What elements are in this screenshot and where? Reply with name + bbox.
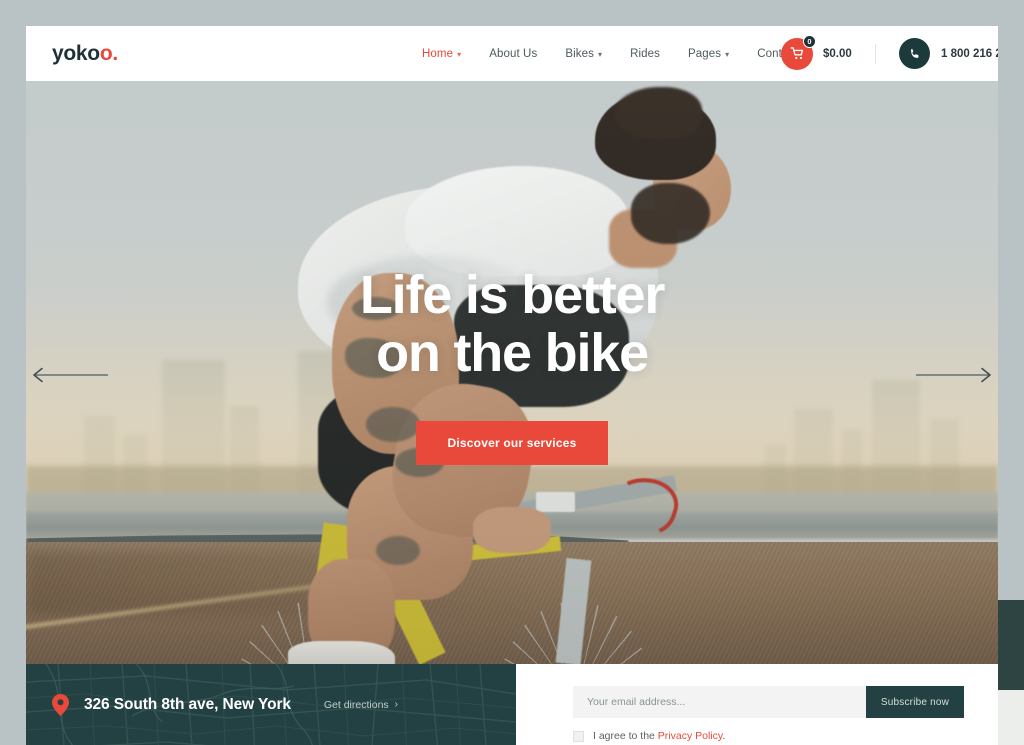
rider-arm-tattoo: [351, 296, 401, 321]
arrow-right-icon: [916, 368, 991, 383]
newsletter-input-row: Subscribe now: [573, 686, 964, 718]
consent-prefix: I agree to the: [593, 730, 658, 742]
logo-accent: o.: [99, 41, 118, 65]
privacy-policy-link[interactable]: Privacy Policy: [658, 730, 723, 742]
site-frame: yoko o. Home ▾ About Us Bikes ▾ Rides Pa…: [26, 26, 998, 745]
cart-total: $0.00: [823, 47, 852, 60]
nav-item-rides[interactable]: Rides: [616, 26, 674, 81]
hero-prev-button[interactable]: [26, 363, 112, 387]
nav-item-pages[interactable]: Pages ▾: [674, 26, 743, 81]
consent-checkbox[interactable]: [573, 730, 584, 742]
location-content: 326 South 8th ave, New York Get directio…: [26, 664, 516, 745]
nav-label: Home: [422, 47, 454, 60]
nav-label: Rides: [630, 47, 660, 60]
chevron-right-icon: ›: [394, 699, 398, 710]
email-input[interactable]: [573, 686, 866, 718]
rider-beard: [630, 183, 711, 245]
logo-text: yoko: [52, 41, 100, 65]
map-overflow-sliver: [998, 600, 1024, 690]
site-header: yoko o. Home ▾ About Us Bikes ▾ Rides Pa…: [26, 26, 998, 81]
nav-label: Bikes: [565, 47, 594, 60]
phone-widget[interactable]: 1 800 216 20 20: [899, 26, 998, 81]
main-navigation: Home ▾ About Us Bikes ▾ Rides Pages ▾: [408, 26, 826, 81]
location-card: 326 South 8th ave, New York Get directio…: [26, 664, 516, 745]
chevron-down-icon: ▾: [597, 49, 603, 59]
rider-arm-tattoo: [366, 407, 420, 443]
hero-slider: Life is better on the bike Discover our …: [26, 81, 998, 664]
consent-label: I agree to the Privacy Policy.: [593, 730, 725, 742]
nav-label: About Us: [489, 47, 538, 60]
site-logo[interactable]: yoko o.: [52, 26, 118, 81]
discover-services-button[interactable]: Discover our services: [415, 420, 609, 465]
nav-item-home[interactable]: Home ▾: [408, 26, 475, 81]
page-root: yoko o. Home ▾ About Us Bikes ▾ Rides Pa…: [0, 0, 1024, 745]
chevron-down-icon: ▾: [725, 49, 730, 59]
map-pin-icon: [52, 693, 69, 716]
subscribe-button[interactable]: Subscribe now: [866, 686, 964, 718]
consent-row: I agree to the Privacy Policy.: [573, 730, 964, 742]
nav-label: Pages: [687, 47, 722, 60]
bottom-section: 326 South 8th ave, New York Get directio…: [26, 664, 998, 745]
cyclist-photo-subject: [26, 81, 998, 664]
cart-badge: 0: [803, 34, 816, 48]
rider-shoe: [288, 640, 396, 664]
cart-button[interactable]: 0: [781, 34, 816, 70]
nav-item-bikes[interactable]: Bikes ▾: [551, 26, 616, 81]
arrow-left-icon: [33, 368, 108, 383]
address-text: 326 South 8th ave, New York: [84, 695, 291, 713]
shopping-cart-icon: [790, 47, 803, 60]
cart-widget[interactable]: 0 $0.00: [781, 26, 852, 81]
rider-hand: [473, 506, 551, 554]
get-directions-link[interactable]: Get directions ›: [324, 699, 490, 711]
rider-watch: [536, 492, 576, 513]
chevron-down-icon: ▾: [457, 49, 462, 59]
rider-leg-tattoo: [375, 535, 420, 565]
header-divider: [875, 44, 876, 64]
newsletter-form: Subscribe now I agree to the Privacy Pol…: [516, 664, 998, 745]
hero-next-button[interactable]: [912, 363, 998, 387]
phone-number: 1 800 216 20 20: [941, 47, 998, 60]
nav-item-about-us[interactable]: About Us: [475, 26, 551, 81]
phone-icon: [910, 48, 918, 58]
phone-button[interactable]: [899, 38, 930, 69]
rider-hair-highlight: [614, 86, 702, 140]
consent-suffix: .: [722, 730, 726, 742]
get-directions-label: Get directions: [323, 698, 389, 711]
page-edge-strip: [998, 690, 1024, 745]
